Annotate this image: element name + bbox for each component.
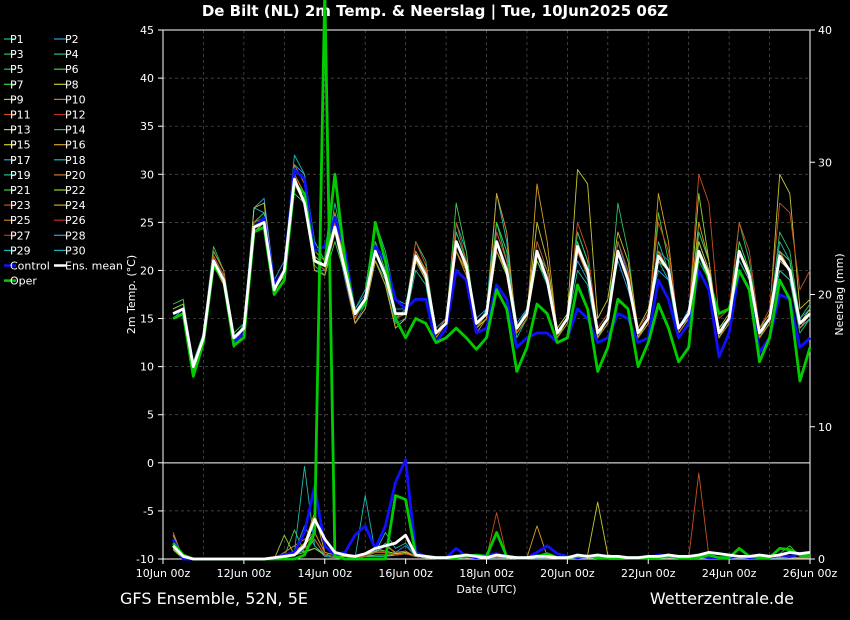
y2-axis-label: Neerslag (mm) bbox=[833, 253, 846, 335]
legend-label: P13 bbox=[10, 124, 31, 137]
legend-label: P14 bbox=[65, 124, 86, 137]
legend-label: P23 bbox=[10, 199, 31, 212]
legend-label: P4 bbox=[65, 48, 79, 61]
x-tick-label: 18Jun 00z bbox=[459, 567, 514, 580]
y-tick-label: -10 bbox=[136, 553, 154, 566]
y-tick-label: 35 bbox=[140, 120, 154, 133]
y-tick-label: 5 bbox=[147, 409, 154, 422]
source-label: Wetterzentrale.de bbox=[649, 589, 794, 608]
y-tick-label: 20 bbox=[140, 264, 154, 277]
x-tick-label: 26Jun 00z bbox=[783, 567, 838, 580]
y-tick-label: 45 bbox=[140, 24, 154, 37]
x-tick-label: 12Jun 00z bbox=[217, 567, 272, 580]
legend-label: P10 bbox=[65, 93, 86, 106]
x-tick-label: 22Jun 00z bbox=[621, 567, 676, 580]
legend-label: P3 bbox=[10, 48, 24, 61]
legend-label: P22 bbox=[65, 184, 86, 197]
y-tick-label: 10 bbox=[140, 361, 154, 374]
x-tick-label: 14Jun 00z bbox=[298, 567, 353, 580]
ensemble-chart: De Bilt (NL) 2m Temp. & Neerslag | Tue, … bbox=[0, 0, 850, 620]
x-tick-label: 16Jun 00z bbox=[378, 567, 433, 580]
legend-label: P20 bbox=[65, 169, 86, 182]
legend-label: P8 bbox=[65, 78, 79, 91]
model-label: GFS Ensemble, 52N, 5E bbox=[120, 589, 308, 608]
x-axis-label: Date (UTC) bbox=[456, 583, 516, 596]
legend-label: P16 bbox=[65, 139, 86, 152]
legend-label: P5 bbox=[10, 63, 24, 76]
x-tick-label: 24Jun 00z bbox=[702, 567, 757, 580]
legend-label: P15 bbox=[10, 139, 31, 152]
legend-label: P19 bbox=[10, 169, 31, 182]
legend-label: P12 bbox=[65, 109, 86, 122]
legend-label: P6 bbox=[65, 63, 79, 76]
y-tick-label: 15 bbox=[140, 313, 154, 326]
legend-label: P27 bbox=[10, 229, 31, 242]
y2-tick-label: 40 bbox=[818, 24, 832, 37]
y-tick-label: -5 bbox=[143, 505, 154, 518]
y2-tick-label: 10 bbox=[818, 421, 832, 434]
legend-label: P18 bbox=[65, 154, 86, 167]
legend-label: P26 bbox=[65, 214, 86, 227]
x-tick-label: 20Jun 00z bbox=[540, 567, 595, 580]
y-tick-label: 0 bbox=[147, 457, 154, 470]
legend-label: P2 bbox=[65, 33, 79, 46]
legend-label: Control bbox=[10, 260, 50, 273]
legend-label: P24 bbox=[65, 199, 86, 212]
y2-tick-label: 0 bbox=[818, 553, 825, 566]
y-axis-label: 2m Temp. (°C) bbox=[125, 255, 138, 334]
legend-label: P25 bbox=[10, 214, 31, 227]
legend-label: P30 bbox=[65, 244, 86, 257]
chart-title: De Bilt (NL) 2m Temp. & Neerslag | Tue, … bbox=[202, 2, 668, 21]
legend-label: Ens. mean bbox=[65, 260, 123, 273]
y2-tick-label: 20 bbox=[818, 289, 832, 302]
legend-label: P9 bbox=[10, 93, 24, 106]
legend-label: P17 bbox=[10, 154, 31, 167]
y2-tick-label: 30 bbox=[818, 156, 832, 169]
legend-label: P1 bbox=[10, 33, 24, 46]
y-tick-label: 25 bbox=[140, 216, 154, 229]
x-tick-label: 10Jun 00z bbox=[136, 567, 191, 580]
legend-label: Oper bbox=[10, 275, 37, 288]
legend-label: P11 bbox=[10, 109, 31, 122]
y-tick-label: 40 bbox=[140, 72, 154, 85]
legend-label: P21 bbox=[10, 184, 31, 197]
y-tick-label: 30 bbox=[140, 168, 154, 181]
legend-label: P7 bbox=[10, 78, 24, 91]
legend-label: P28 bbox=[65, 229, 86, 242]
legend-label: P29 bbox=[10, 244, 31, 257]
